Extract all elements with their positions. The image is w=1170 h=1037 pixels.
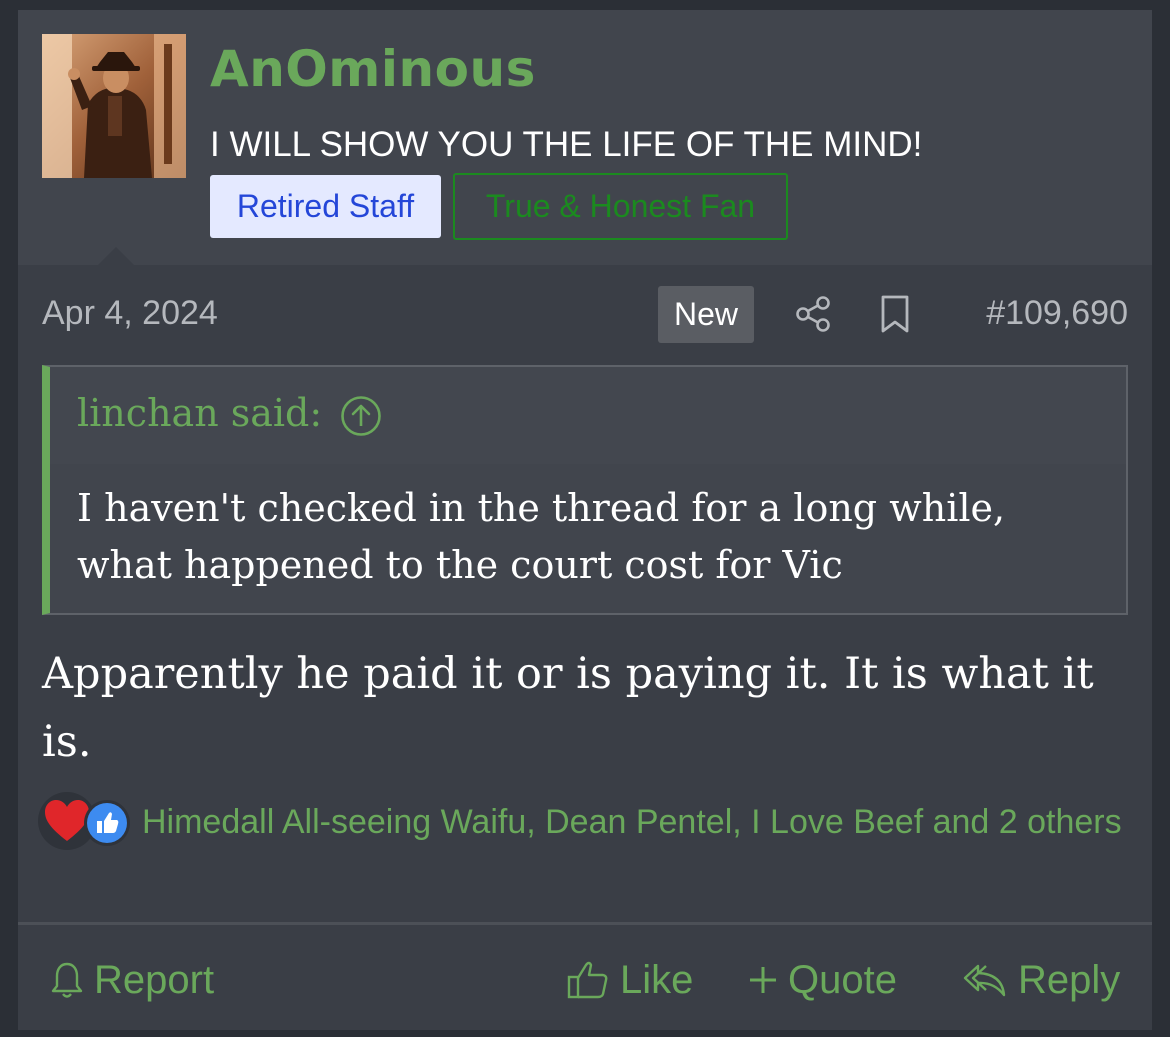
- post-message: Apparently he paid it or is paying it. I…: [42, 649, 1094, 767]
- quote-block: linchan said: I haven't checked in the t…: [42, 365, 1128, 615]
- report-button[interactable]: Report: [50, 955, 214, 1005]
- bell-icon: [51, 962, 83, 998]
- reply-button[interactable]: Reply: [962, 955, 1120, 1005]
- post-number[interactable]: #109,690: [986, 294, 1128, 333]
- like-button[interactable]: Like: [566, 955, 693, 1005]
- reaction-users[interactable]: Himedall All-seeing Waifu, Dean Pentel, …: [42, 796, 1132, 849]
- new-badge: New: [658, 286, 754, 343]
- post-container: AnOminous I WILL SHOW YOU THE LIFE OF TH…: [18, 10, 1152, 1030]
- quote-text: I haven't checked in the thread for a lo…: [77, 486, 1006, 587]
- bookmark-icon[interactable]: [878, 294, 912, 334]
- user-arrow: [98, 247, 134, 265]
- report-label: Report: [94, 957, 215, 1002]
- post-footer: Report Like Quote Reply: [18, 925, 1152, 1030]
- post-date[interactable]: Apr 4, 2024: [42, 294, 218, 333]
- quote-label: Quote: [788, 957, 897, 1002]
- quote-author[interactable]: linchan said:: [77, 391, 322, 435]
- avatar[interactable]: [42, 34, 186, 178]
- jump-to-quote-icon[interactable]: [340, 395, 382, 437]
- banner-retired-staff: Retired Staff: [210, 175, 441, 238]
- user-header: AnOminous I WILL SHOW YOU THE LIFE OF TH…: [18, 10, 1152, 265]
- quote-button[interactable]: Quote: [748, 955, 897, 1005]
- banner-true-honest-fan: True & Honest Fan: [453, 173, 788, 240]
- avatar-image: [42, 34, 186, 178]
- reply-icon: [963, 964, 1006, 997]
- thumbs-up-icon: [567, 961, 608, 999]
- plus-icon: [750, 967, 776, 993]
- quote-header: linchan said:: [50, 367, 1126, 464]
- like-label: Like: [620, 957, 694, 1002]
- reply-label: Reply: [1018, 957, 1121, 1002]
- username[interactable]: AnOminous: [210, 40, 536, 98]
- share-icon[interactable]: [794, 294, 832, 334]
- user-title: I WILL SHOW YOU THE LIFE OF THE MIND!: [210, 125, 923, 164]
